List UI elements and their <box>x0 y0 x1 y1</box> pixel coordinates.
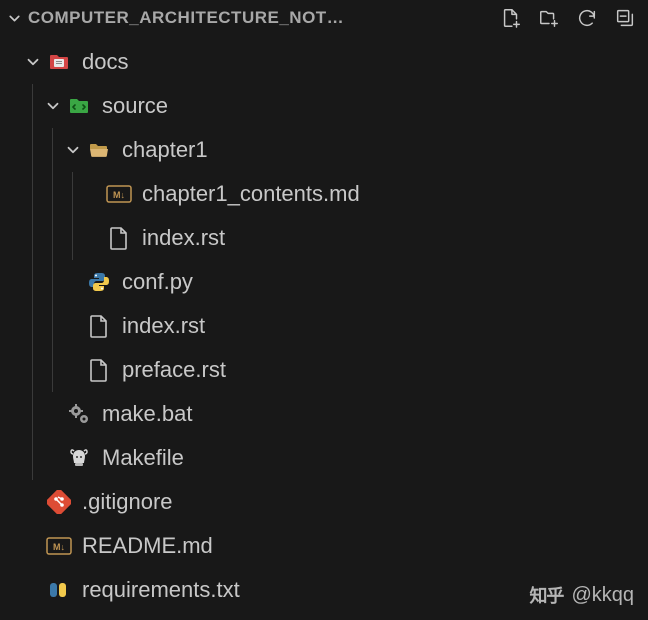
file-tree: docs source chapter1 M↓ <box>0 36 648 612</box>
folder-label: source <box>102 93 168 119</box>
markdown-icon: M↓ <box>106 181 132 207</box>
file-icon <box>106 225 132 251</box>
file-label: conf.py <box>122 269 193 295</box>
file-makefile[interactable]: Makefile <box>0 436 648 480</box>
chevron-down-icon <box>40 93 66 119</box>
new-folder-button[interactable] <box>536 5 562 31</box>
file-label: index.rst <box>142 225 225 251</box>
python-icon <box>86 269 112 295</box>
gear-icon <box>66 401 92 427</box>
file-preface[interactable]: preface.rst <box>0 348 648 392</box>
explorer-header: COMPUTER_ARCHITECTURE_NOT… <box>0 0 648 36</box>
git-icon <box>46 489 72 515</box>
file-readme[interactable]: M↓ README.md <box>0 524 648 568</box>
folder-chapter1[interactable]: chapter1 <box>0 128 648 172</box>
file-label: .gitignore <box>82 489 173 515</box>
svg-text:M↓: M↓ <box>113 190 125 200</box>
gnu-icon <box>66 445 92 471</box>
svg-text:M↓: M↓ <box>53 542 65 552</box>
file-icon <box>86 357 112 383</box>
collapse-all-button[interactable] <box>612 5 638 31</box>
project-title: COMPUTER_ARCHITECTURE_NOT… <box>28 8 498 28</box>
file-label: make.bat <box>102 401 193 427</box>
folder-source-icon <box>66 93 92 119</box>
folder-docs[interactable]: docs <box>0 40 648 84</box>
file-label: requirements.txt <box>82 577 240 603</box>
new-file-button[interactable] <box>498 5 524 31</box>
file-label: index.rst <box>122 313 205 339</box>
chevron-down-icon <box>4 8 24 28</box>
chevron-down-icon <box>60 137 86 163</box>
markdown-icon: M↓ <box>46 533 72 559</box>
file-label: README.md <box>82 533 213 559</box>
folder-docs-icon <box>46 49 72 75</box>
file-label: Makefile <box>102 445 184 471</box>
pip-requirements-icon <box>46 577 72 603</box>
file-make-bat[interactable]: make.bat <box>0 392 648 436</box>
folder-label: docs <box>82 49 128 75</box>
folder-label: chapter1 <box>122 137 208 163</box>
chevron-down-icon <box>20 49 46 75</box>
file-label: preface.rst <box>122 357 226 383</box>
file-chapter1-index[interactable]: index.rst <box>0 216 648 260</box>
file-gitignore[interactable]: .gitignore <box>0 480 648 524</box>
file-label: chapter1_contents.md <box>142 181 360 207</box>
watermark-handle: @kkqq <box>571 584 634 607</box>
folder-open-icon <box>86 137 112 163</box>
watermark: 知乎 @kkqq <box>529 582 634 608</box>
refresh-button[interactable] <box>574 5 600 31</box>
file-chapter1-contents[interactable]: M↓ chapter1_contents.md <box>0 172 648 216</box>
project-root[interactable]: COMPUTER_ARCHITECTURE_NOT… <box>4 8 498 28</box>
file-icon <box>86 313 112 339</box>
file-source-index[interactable]: index.rst <box>0 304 648 348</box>
file-conf-py[interactable]: conf.py <box>0 260 648 304</box>
explorer-actions <box>498 5 642 31</box>
folder-source[interactable]: source <box>0 84 648 128</box>
zhihu-logo: 知乎 <box>529 582 563 608</box>
